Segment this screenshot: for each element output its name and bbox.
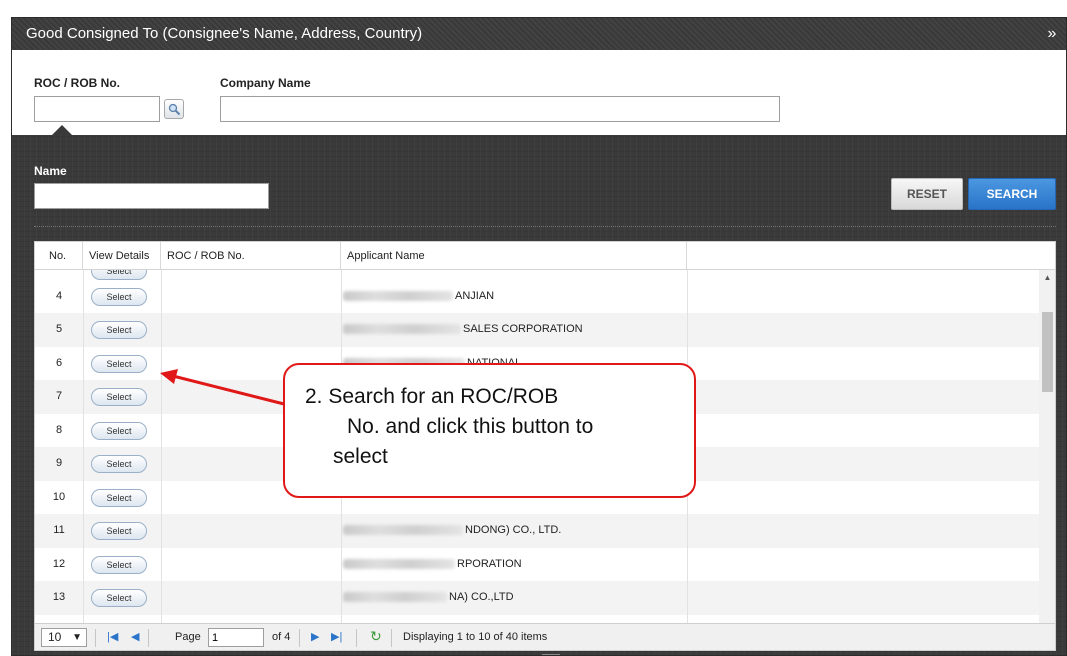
callout-line-2: No. and click this button to: [347, 415, 594, 438]
callout-line-1: 2. Search for an ROC/ROB: [305, 385, 559, 408]
annotation-arrow: [160, 369, 285, 406]
callout-line-3: select: [333, 445, 388, 468]
annotation-callout: 2. Search for an ROC/ROB No. and click t…: [283, 363, 696, 498]
